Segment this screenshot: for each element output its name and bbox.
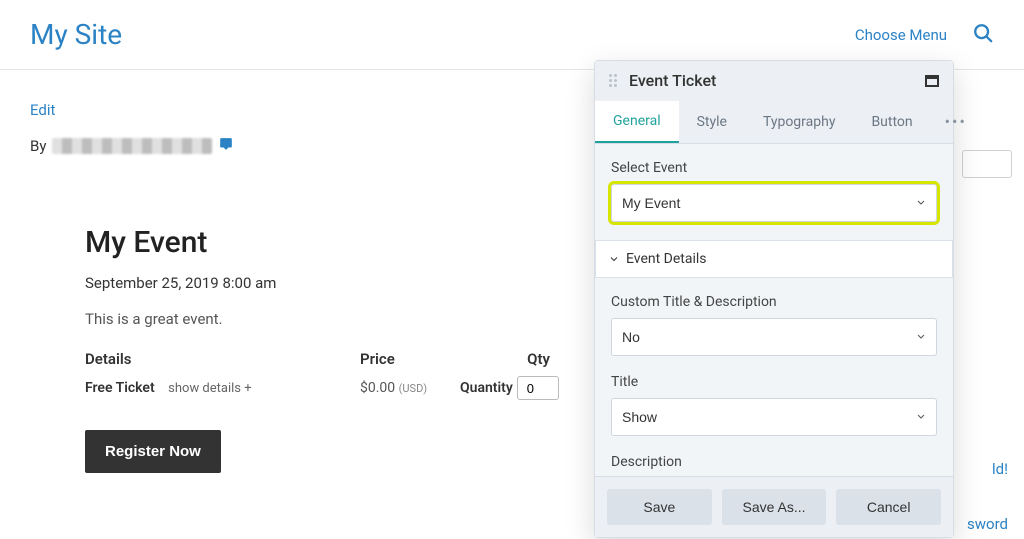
topbar-right: Choose Menu [855, 22, 994, 48]
section-event-details[interactable]: Event Details [595, 240, 953, 278]
comment-icon[interactable] [218, 137, 234, 155]
quantity-stepper[interactable] [517, 376, 559, 400]
register-now-button[interactable]: Register Now [85, 430, 221, 473]
event-title: My Event [85, 225, 585, 260]
tab-general[interactable]: General [595, 101, 679, 143]
site-title[interactable]: My Site [30, 18, 122, 51]
ticket-row: Free Ticket show details + $0.00 (USD) Q… [85, 376, 585, 400]
author-name-blurred [52, 138, 212, 154]
col-qty: Qty [460, 350, 550, 368]
tab-button[interactable]: Button [853, 102, 930, 142]
col-price: Price [360, 350, 460, 368]
panel-title: Event Ticket [629, 71, 716, 90]
quantity-label: Quantity [460, 380, 513, 396]
event-block: My Event September 25, 2019 8:00 am This… [85, 225, 585, 473]
obscured-input[interactable] [962, 150, 1012, 178]
save-as-button[interactable]: Save As... [722, 489, 827, 525]
save-button[interactable]: Save [607, 489, 712, 525]
select-event-field[interactable]: My Event [611, 184, 937, 222]
custom-title-label: Custom Title & Description [611, 294, 937, 310]
obscured-text-2: sword [967, 515, 1008, 533]
col-details: Details [85, 350, 360, 368]
panel-tabs: General Style Typography Button ••• [595, 100, 953, 144]
title-field-label: Title [611, 374, 937, 390]
tab-typography[interactable]: Typography [745, 102, 853, 142]
panel-header[interactable]: Event Ticket [595, 61, 953, 100]
panel-footer: Save Save As... Cancel [595, 476, 953, 537]
drag-handle-icon[interactable] [609, 74, 619, 87]
show-details-toggle[interactable]: show details + [168, 381, 251, 396]
cancel-button[interactable]: Cancel [836, 489, 941, 525]
by-label: By [30, 137, 46, 155]
settings-panel: Event Ticket General Style Typography Bu… [594, 60, 954, 538]
ticket-table-header: Details Price Qty [85, 350, 585, 368]
description-field-label: Description [611, 454, 937, 470]
select-event-wrap: My Event [611, 184, 937, 222]
tab-style[interactable]: Style [679, 102, 745, 142]
ticket-price-value: $0.00 [360, 380, 395, 396]
tab-more-icon[interactable]: ••• [931, 100, 981, 143]
event-date: September 25, 2019 8:00 am [85, 274, 585, 292]
panel-body: Select Event My Event Event Details Cust… [595, 144, 953, 476]
ticket-currency: (USD) [399, 382, 427, 395]
dock-icon[interactable] [925, 75, 939, 87]
section-title: Event Details [626, 251, 707, 267]
title-select[interactable]: Show [611, 398, 937, 436]
obscured-text-1: ld! [992, 460, 1008, 478]
edit-link[interactable]: Edit [30, 101, 55, 119]
choose-menu-link[interactable]: Choose Menu [855, 26, 947, 44]
search-icon[interactable] [972, 22, 994, 48]
custom-title-select[interactable]: No [611, 318, 937, 356]
event-description: This is a great event. [85, 310, 585, 328]
ticket-name: Free Ticket [85, 380, 155, 396]
chevron-down-icon [608, 253, 620, 265]
select-event-label: Select Event [611, 160, 937, 176]
